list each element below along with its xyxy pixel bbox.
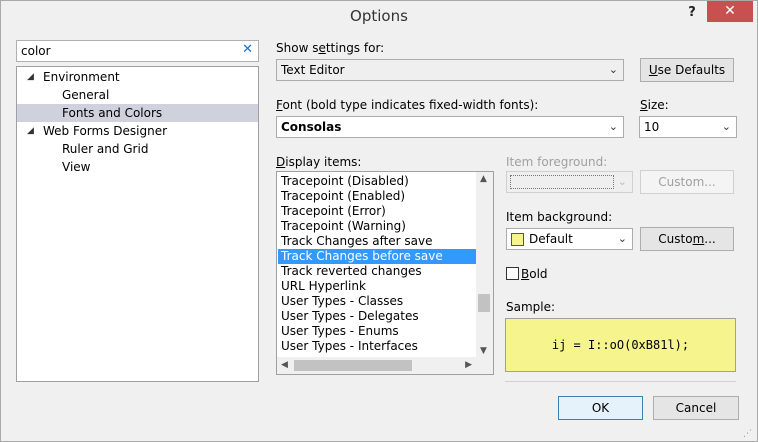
chevron-down-icon: ⌄ bbox=[617, 175, 627, 188]
list-item[interactable]: User Types - Interfaces bbox=[278, 339, 476, 354]
tree-item-label: Fonts and Colors bbox=[62, 106, 163, 120]
show-settings-value: Text Editor bbox=[281, 63, 345, 77]
tree-item-environment[interactable]: ◢ Environment bbox=[17, 68, 258, 86]
title-bar: Options ? ✕ bbox=[1, 1, 757, 31]
display-items-list[interactable]: Tracepoint (Disabled) Tracepoint (Enable… bbox=[276, 171, 494, 375]
resize-grip-icon[interactable]: ⋰ bbox=[743, 429, 753, 439]
list-item[interactable]: URL Hyperlink bbox=[278, 279, 476, 294]
foreground-swatch-placeholder bbox=[510, 175, 614, 189]
scroll-down-icon[interactable]: ▼ bbox=[480, 346, 487, 356]
sample-preview: ij = I::oO(0xB81l); bbox=[505, 318, 736, 372]
ok-button[interactable]: OK bbox=[558, 396, 643, 420]
item-foreground-combo[interactable]: ⌄ bbox=[506, 171, 633, 193]
tree-item-general[interactable]: General bbox=[17, 86, 258, 104]
expanded-triangle-icon[interactable]: ◢ bbox=[27, 122, 34, 140]
item-background-label: Item background: bbox=[506, 210, 613, 224]
display-items-label: Display items: bbox=[276, 155, 362, 169]
window-title: Options bbox=[350, 7, 408, 25]
chevron-down-icon: ⌄ bbox=[608, 63, 618, 76]
expanded-triangle-icon[interactable]: ◢ bbox=[27, 68, 34, 86]
clear-search-icon[interactable]: ✕ bbox=[242, 42, 253, 57]
tree-item-web-forms-designer[interactable]: ◢ Web Forms Designer bbox=[17, 122, 258, 140]
scroll-thumb[interactable] bbox=[294, 360, 412, 371]
tree-item-label: General bbox=[62, 88, 110, 102]
chevron-down-icon: ⌄ bbox=[617, 232, 627, 245]
font-label: Font (bold type indicates fixed-width fo… bbox=[276, 98, 539, 112]
tree-item-label: Web Forms Designer bbox=[43, 124, 168, 138]
chevron-down-icon: ⌄ bbox=[721, 120, 731, 133]
font-value: Consolas bbox=[281, 120, 342, 134]
vertical-scrollbar[interactable]: ▲ ▼ bbox=[476, 172, 493, 358]
separator bbox=[505, 381, 736, 382]
cancel-button[interactable]: Cancel bbox=[653, 396, 739, 420]
tree-item-view[interactable]: View bbox=[17, 158, 258, 176]
background-value: Default bbox=[529, 232, 573, 246]
use-defaults-button[interactable]: Use Defaults bbox=[640, 58, 734, 82]
sample-label: Sample: bbox=[506, 300, 556, 314]
tree-item-label: View bbox=[62, 160, 91, 174]
show-settings-label: Show settings for: bbox=[276, 41, 385, 55]
sample-text: ij = I::oO(0xB81l); bbox=[551, 338, 690, 352]
list-item[interactable]: Track reverted changes bbox=[278, 264, 476, 279]
list-item[interactable]: Tracepoint (Warning) bbox=[278, 219, 476, 234]
bold-checkbox[interactable] bbox=[506, 267, 519, 280]
bold-label[interactable]: Bold bbox=[521, 267, 548, 281]
background-custom-button[interactable]: Custom... bbox=[640, 227, 734, 251]
scroll-left-icon[interactable]: ◀ bbox=[281, 360, 288, 370]
scroll-right-icon[interactable]: ▶ bbox=[465, 360, 472, 370]
item-foreground-label: Item foreground: bbox=[506, 155, 608, 169]
foreground-custom-button[interactable]: Custom... bbox=[640, 170, 734, 194]
list-item[interactable]: User Types - Delegates bbox=[278, 309, 476, 324]
list-item[interactable]: Tracepoint (Error) bbox=[278, 204, 476, 219]
scroll-up-icon[interactable]: ▲ bbox=[480, 174, 487, 184]
show-settings-combo[interactable]: Text Editor ⌄ bbox=[276, 59, 624, 81]
tree-item-label: Environment bbox=[43, 70, 120, 84]
size-value: 10 bbox=[644, 120, 660, 134]
size-combo[interactable]: 10 ⌄ bbox=[639, 116, 737, 138]
list-item[interactable]: Tracepoint (Disabled) bbox=[278, 174, 476, 189]
tree-item-ruler-and-grid[interactable]: Ruler and Grid bbox=[17, 140, 258, 158]
horizontal-scrollbar[interactable]: ◀ ▶ bbox=[277, 357, 493, 374]
tree-item-fonts-and-colors[interactable]: Fonts and Colors bbox=[17, 104, 258, 122]
list-item-selected[interactable]: Track Changes before save bbox=[278, 249, 476, 264]
item-background-combo[interactable]: Default ⌄ bbox=[506, 228, 633, 250]
list-item[interactable]: User Types - Classes bbox=[278, 294, 476, 309]
search-box[interactable]: ✕ bbox=[16, 40, 259, 62]
list-item[interactable]: Tracepoint (Enabled) bbox=[278, 189, 476, 204]
scroll-thumb[interactable] bbox=[478, 294, 490, 312]
list-item[interactable]: User Types - Enums bbox=[278, 324, 476, 339]
options-dialog: Options ? ✕ ✕ ◢ Environment General Font… bbox=[0, 0, 758, 442]
list-item[interactable]: Track Changes after save bbox=[278, 234, 476, 249]
background-color-swatch bbox=[511, 233, 524, 246]
chevron-down-icon: ⌄ bbox=[608, 120, 618, 133]
options-tree[interactable]: ◢ Environment General Fonts and Colors ◢… bbox=[16, 66, 259, 382]
search-input[interactable] bbox=[21, 43, 231, 59]
help-button[interactable]: ? bbox=[679, 3, 705, 23]
close-button[interactable]: ✕ bbox=[707, 1, 753, 22]
size-label: Size: bbox=[640, 98, 669, 112]
font-combo[interactable]: Consolas ⌄ bbox=[276, 116, 624, 138]
tree-item-label: Ruler and Grid bbox=[62, 142, 149, 156]
